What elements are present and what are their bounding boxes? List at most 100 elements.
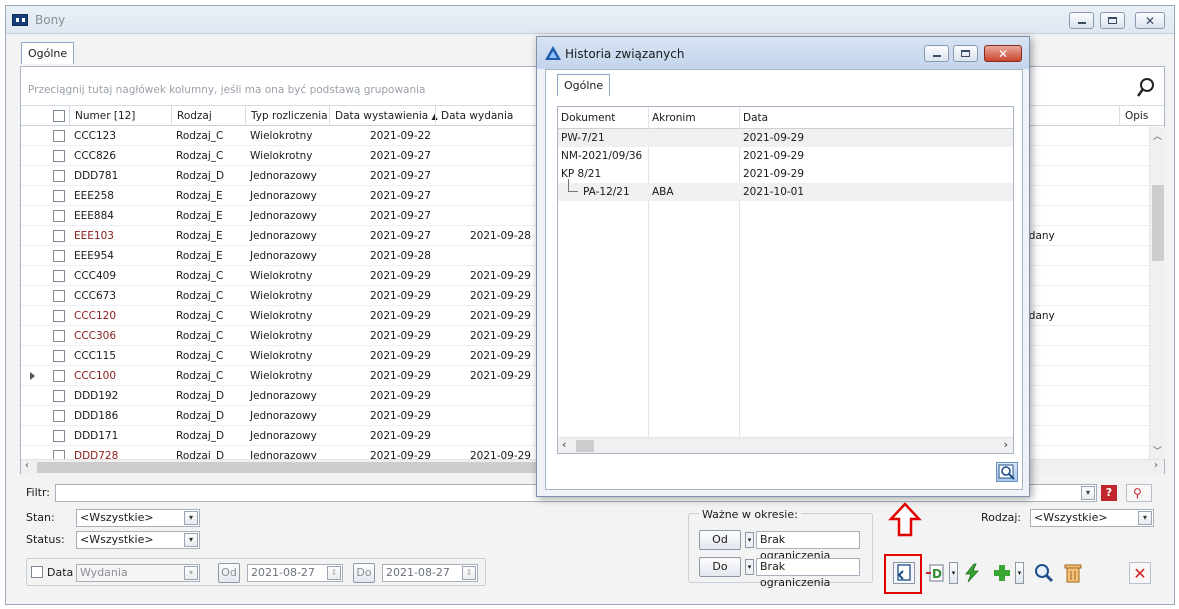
col-opis[interactable]: Opis <box>1119 106 1163 126</box>
filter-help-button[interactable]: ? <box>1100 484 1120 502</box>
cell-data-wystawienia: 2021-09-22 <box>369 130 431 142</box>
select-all-checkbox[interactable] <box>53 110 65 122</box>
od-date-input[interactable]: 2021-08-27 ⇕ <box>247 564 343 582</box>
col-akronim[interactable]: Akronim <box>649 107 739 129</box>
spinner-icon[interactable]: ⇕ <box>462 566 476 580</box>
horizontal-scroll-thumb[interactable] <box>37 462 537 473</box>
wazne-od-dropdown-icon[interactable]: ▾ <box>745 532 754 548</box>
cell-rodzaj: Rodzaj_C <box>176 150 224 162</box>
row-checkbox[interactable] <box>53 130 65 142</box>
related-row[interactable]: PA-12/21 ABA 2021-10-01 <box>558 179 1013 201</box>
dialog-body: Ogólne Dokument Akronim Data PW-7/21 2021… <box>545 69 1023 490</box>
row-checkbox[interactable] <box>53 190 65 202</box>
row-checkbox[interactable] <box>53 290 65 302</box>
minimize-button[interactable] <box>1069 12 1094 29</box>
generate-document-button[interactable]: D <box>925 562 947 584</box>
tab-ogolne[interactable]: Ogólne <box>21 42 75 64</box>
rodzaj-select[interactable]: <Wszystkie> ▾ <box>1030 509 1154 527</box>
scroll-down-icon[interactable]: ﹀ <box>1153 444 1162 457</box>
cell-numer: CCC306 <box>74 330 117 342</box>
scroll-right-icon[interactable]: › <box>1004 438 1008 451</box>
filter-search-button[interactable]: ⚲ <box>1126 484 1152 502</box>
scroll-right-icon[interactable]: › <box>1154 460 1158 471</box>
vertical-scroll-thumb[interactable] <box>1152 185 1164 261</box>
chevron-down-icon[interactable]: ▾ <box>184 533 198 547</box>
status-select[interactable]: <Wszystkie> ▾ <box>76 531 200 549</box>
cell-akronim <box>649 147 737 165</box>
row-checkbox[interactable] <box>53 350 65 362</box>
search-icon[interactable] <box>1136 77 1156 99</box>
wazne-od-button[interactable]: Od <box>699 530 741 550</box>
row-checkbox[interactable] <box>53 370 65 382</box>
col-rodzaj[interactable]: Rodzaj <box>171 106 245 126</box>
dialog-preview-button[interactable] <box>996 462 1018 482</box>
delete-button[interactable] <box>1062 562 1084 584</box>
row-checkbox[interactable] <box>53 430 65 442</box>
related-scroll-thumb[interactable] <box>576 440 594 452</box>
preview-button[interactable] <box>1033 562 1055 584</box>
row-checkbox[interactable] <box>53 270 65 282</box>
cell-typ-rozliczenia: Jednorazowy <box>250 390 317 402</box>
stan-select[interactable]: <Wszystkie> ▾ <box>76 509 200 527</box>
related-row[interactable]: NM-2021/09/36 2021-09-29 <box>558 147 1013 165</box>
grid-vertical-scrollbar[interactable]: ︿ ﹀ <box>1149 127 1165 459</box>
dialog-minimize-button[interactable] <box>924 45 949 62</box>
maximize-button[interactable] <box>1100 12 1125 29</box>
row-checkbox[interactable] <box>53 230 65 242</box>
stan-select-value: <Wszystkie> <box>80 511 154 524</box>
wazne-do-value[interactable]: Brak ograniczenia <box>756 558 860 589</box>
historia-zwiazanych-button[interactable] <box>893 562 915 584</box>
row-checkbox[interactable] <box>53 250 65 262</box>
do-date-input[interactable]: 2021-08-27 ⇕ <box>382 564 478 582</box>
app-icon <box>12 14 28 26</box>
col-dokument[interactable]: Dokument <box>558 107 648 129</box>
cell-typ-rozliczenia: Jednorazowy <box>250 210 317 222</box>
close-window-button[interactable]: ✕ <box>1135 12 1165 29</box>
data-type-select[interactable]: Wydania ▾ <box>76 564 200 582</box>
row-checkbox[interactable] <box>53 210 65 222</box>
row-checkbox[interactable] <box>53 310 65 322</box>
related-row[interactable]: KP 8/21 2021-09-29 <box>558 165 1013 183</box>
dialog-maximize-button[interactable] <box>953 45 978 62</box>
row-checkbox[interactable] <box>53 330 65 342</box>
cell-typ-rozliczenia: Wielokrotny <box>250 150 313 162</box>
wazne-do-dropdown-icon[interactable]: ▾ <box>745 559 754 575</box>
col-data[interactable]: Data <box>740 107 860 129</box>
chevron-down-icon[interactable]: ▾ <box>184 566 198 580</box>
row-checkbox[interactable] <box>53 170 65 182</box>
chevron-down-icon[interactable]: ▾ <box>184 511 198 525</box>
dialog-close-button[interactable]: ✕ <box>984 45 1022 62</box>
cell-data-wystawienia: 2021-09-29 <box>369 310 431 322</box>
do-button[interactable]: Do <box>353 563 375 583</box>
col-data-wydania[interactable]: Data wydania <box>435 106 535 126</box>
related-horizontal-scrollbar[interactable]: ‹ › <box>558 437 1013 453</box>
wazne-od-value[interactable]: Brak ograniczenia <box>756 531 860 562</box>
cell-akronim: ABA <box>652 186 674 198</box>
maximize-icon <box>961 50 970 57</box>
add-button[interactable] <box>991 562 1013 584</box>
scroll-left-icon[interactable]: ‹ <box>562 438 566 451</box>
col-typ-rozliczenia[interactable]: Typ rozliczenia <box>245 106 329 126</box>
execute-button[interactable] <box>961 562 983 584</box>
cell-typ-rozliczenia: Jednorazowy <box>250 190 317 202</box>
col-data-wystawienia[interactable]: Data wystawienia ▲ <box>329 106 438 126</box>
scroll-left-icon[interactable]: ‹ <box>25 460 29 471</box>
magnifier-filter-icon: ⚲ <box>1133 486 1142 500</box>
data-checkbox[interactable] <box>31 566 43 578</box>
row-checkbox[interactable] <box>53 150 65 162</box>
scroll-up-icon[interactable]: ︿ <box>1153 129 1162 142</box>
col-numer[interactable]: Numer [12] <box>69 106 171 126</box>
maximize-icon <box>1108 17 1117 24</box>
row-checkbox[interactable] <box>53 410 65 422</box>
wazne-do-button[interactable]: Do <box>699 557 741 577</box>
spinner-icon[interactable]: ⇕ <box>327 566 341 580</box>
chevron-down-icon[interactable]: ▾ <box>1138 511 1152 525</box>
row-checkbox[interactable] <box>53 390 65 402</box>
related-row[interactable]: PW-7/21 2021-09-29 <box>558 129 1013 147</box>
od-button[interactable]: Od <box>218 563 240 583</box>
dialog-tab-ogolne[interactable]: Ogólne <box>557 74 611 96</box>
close-button[interactable]: ✕ <box>1129 562 1151 584</box>
generate-dropdown-icon[interactable]: ▾ <box>949 562 958 584</box>
filtr-dropdown-icon[interactable]: ▾ <box>1081 486 1095 500</box>
add-dropdown-icon[interactable]: ▾ <box>1015 562 1024 584</box>
